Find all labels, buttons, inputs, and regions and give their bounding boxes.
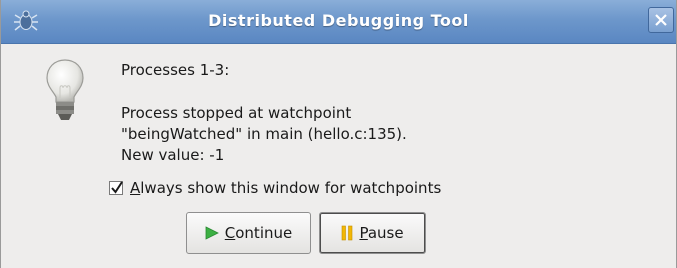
pause-icon: [341, 225, 353, 241]
pause-button[interactable]: Pause: [319, 212, 426, 254]
title-bar[interactable]: Distributed Debugging Tool: [1, 0, 676, 44]
message-line-3: New value: -1: [121, 146, 225, 164]
checkbox-label-text: lways show this window for watchpoints: [140, 179, 442, 197]
checkbox-box[interactable]: [109, 181, 123, 195]
message-line-2: "beingWatched" in main (hello.c:135).: [121, 125, 407, 143]
checkmark-icon: [111, 181, 123, 194]
message-header: Processes 1-3:: [121, 61, 230, 79]
continue-button[interactable]: Continue: [186, 212, 311, 254]
close-button[interactable]: [648, 7, 674, 33]
continue-label: ontinue: [235, 224, 293, 242]
always-show-checkbox[interactable]: Always show this window for watchpoints: [109, 178, 441, 198]
checkbox-mnemonic: A: [130, 179, 141, 197]
message-line-1: Process stopped at watchpoint: [121, 104, 352, 122]
pause-mnemonic: P: [359, 224, 368, 242]
continue-mnemonic: C: [224, 224, 236, 242]
pause-label: ause: [367, 224, 404, 242]
debugger-dialog: Distributed Debugging Tool Processes 1-3…: [0, 0, 677, 268]
lightbulb-icon: [45, 58, 85, 124]
checkbox-label[interactable]: Always show this window for watchpoints: [130, 179, 441, 197]
play-icon: [205, 226, 219, 240]
window-title: Distributed Debugging Tool: [208, 11, 469, 30]
